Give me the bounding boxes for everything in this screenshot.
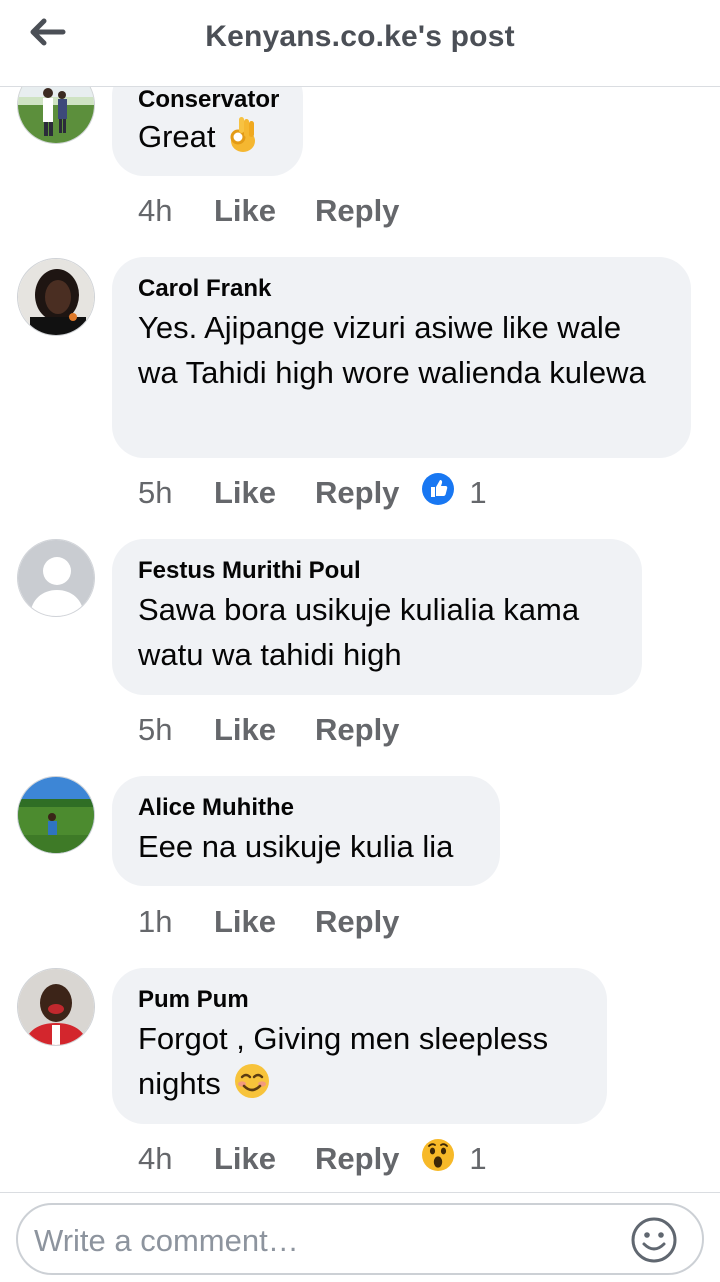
- comment-author[interactable]: Festus Murithi Poul: [138, 557, 616, 585]
- comment-text: Great: [138, 114, 277, 165]
- comment-author[interactable]: Carol Frank: [138, 275, 665, 303]
- comment-text: Yes. Ajipange vizuri asiwe like wale wa …: [138, 310, 646, 390]
- comment-composer[interactable]: [16, 1203, 704, 1275]
- like-button[interactable]: Like: [214, 475, 315, 511]
- like-button[interactable]: Like: [214, 1141, 315, 1177]
- like-button[interactable]: Like: [214, 712, 315, 748]
- comment-timestamp[interactable]: 5h: [138, 475, 214, 511]
- comment-text: Sawa bora usikuje kulialia kama watu wa …: [138, 592, 580, 672]
- comment-actions: 4h Like Reply: [138, 191, 421, 231]
- avatar[interactable]: [17, 968, 95, 1046]
- like-reaction-icon: [421, 472, 455, 514]
- comment-timestamp[interactable]: 5h: [138, 712, 214, 748]
- wow-reaction-icon: [421, 1138, 455, 1180]
- comment-composer-bar: [0, 1192, 720, 1282]
- reply-button[interactable]: Reply: [315, 475, 399, 511]
- comment-timestamp[interactable]: 1h: [138, 904, 214, 940]
- comment-timestamp[interactable]: 4h: [138, 193, 214, 229]
- comment-author[interactable]: Pum Pum: [138, 986, 581, 1014]
- comment-text-content: Great: [138, 119, 216, 154]
- comment-actions: 5h Like Reply 1: [138, 473, 487, 513]
- comment-actions: 5h Like Reply: [138, 710, 421, 750]
- reaction-summary[interactable]: 1: [421, 1138, 487, 1180]
- avatar[interactable]: [17, 776, 95, 854]
- top-bar: Kenyans.co.ke's post: [0, 0, 720, 87]
- like-button[interactable]: Like: [214, 193, 315, 229]
- smiley-icon[interactable]: [630, 1216, 678, 1264]
- avatar[interactable]: [17, 258, 95, 336]
- comment-author[interactable]: Alice Muhithe: [138, 794, 474, 822]
- avatar[interactable]: [17, 539, 95, 617]
- ok-hand-emoji: [228, 115, 258, 165]
- reaction-count: 1: [469, 1141, 487, 1176]
- comment-actions: 1h Like Reply: [138, 902, 421, 942]
- comment-bubble[interactable]: Carol Frank Yes. Ajipange vizuri asiwe l…: [112, 257, 691, 458]
- reply-button[interactable]: Reply: [315, 193, 399, 229]
- comment-text-content: Forgot , Giving men sleepless nights: [138, 1021, 549, 1101]
- post-comments-page: Conservator Great 4h Like Reply Carol Fr…: [0, 0, 720, 1282]
- comment-text: Forgot , Giving men sleepless nights: [138, 1016, 581, 1112]
- comment-bubble[interactable]: Festus Murithi Poul Sawa bora usikuje ku…: [112, 539, 642, 695]
- comment-timestamp[interactable]: 4h: [138, 1141, 214, 1177]
- reaction-count: 1: [469, 475, 487, 510]
- comment-input[interactable]: [32, 1215, 626, 1267]
- comment-text: Eee na usikuje kulia lia: [138, 829, 454, 864]
- smiling-face-emoji: [233, 1062, 271, 1112]
- comment-bubble[interactable]: Alice Muhithe Eee na usikuje kulia lia: [112, 776, 500, 886]
- comment-actions: 4h Like Reply 1: [138, 1139, 487, 1179]
- reply-button[interactable]: Reply: [315, 904, 399, 940]
- reaction-summary[interactable]: 1: [421, 472, 487, 514]
- page-title: Kenyans.co.ke's post: [205, 20, 515, 53]
- comment-bubble[interactable]: Pum Pum Forgot , Giving men sleepless ni…: [112, 968, 607, 1124]
- comment-author[interactable]: Conservator: [138, 86, 279, 114]
- like-button[interactable]: Like: [214, 904, 315, 940]
- reply-button[interactable]: Reply: [315, 712, 399, 748]
- reply-button[interactable]: Reply: [315, 1141, 399, 1177]
